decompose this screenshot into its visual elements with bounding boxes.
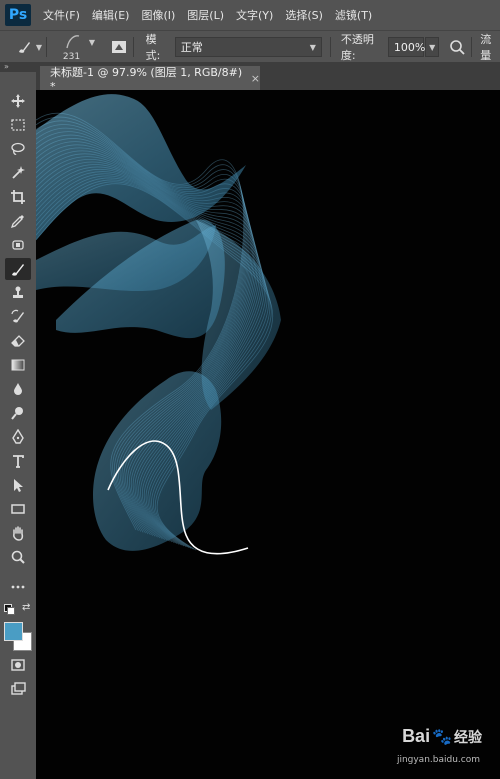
- healing-brush-tool[interactable]: [5, 234, 31, 256]
- hand-icon: [13, 526, 24, 541]
- lasso-tool[interactable]: [5, 138, 31, 160]
- document-tab-bar: 未标题-1 @ 97.9% (图层 1, RGB/8#) * ×: [36, 62, 500, 93]
- watermark-url: jingyan.baidu.com: [396, 755, 480, 765]
- rectangle-icon: [11, 504, 25, 514]
- brush-size-value: 231: [62, 52, 81, 62]
- watermark-suffix: 经验: [454, 729, 482, 746]
- separator: [329, 37, 331, 57]
- magic-wand-tool[interactable]: [5, 162, 31, 184]
- rectangle-tool[interactable]: [5, 498, 31, 520]
- pen-icon: [12, 429, 24, 444]
- stamp-icon: [13, 286, 23, 298]
- history-brush-tool[interactable]: [5, 306, 31, 328]
- separator: [471, 37, 473, 57]
- flow-label: 流量: [480, 33, 492, 62]
- more-icon: [11, 585, 25, 589]
- options-bar: ▼ 231 ▼ 模式: 正常 ▼ 不透明度: 100% ▼ 流量: [0, 30, 500, 63]
- pressure-opacity-icon[interactable]: [447, 36, 467, 58]
- menu-bar: Ps 文件(F) 编辑(E) 图像(I) 图层(L) 文字(Y) 选择(S) 滤…: [0, 0, 500, 30]
- toolbar-collapse-handle[interactable]: »: [0, 62, 36, 72]
- screen-mode-button[interactable]: [5, 678, 31, 700]
- brush-tool[interactable]: [5, 258, 31, 280]
- screen-mode-icon: [11, 682, 26, 695]
- crop-tool[interactable]: [5, 186, 31, 208]
- type-icon: [13, 455, 24, 468]
- dodge-tool[interactable]: [5, 402, 31, 424]
- crop-icon: [11, 190, 25, 204]
- mode-value: 正常: [180, 41, 203, 54]
- document-tab-title: 未标题-1 @ 97.9% (图层 1, RGB/8#) *: [50, 65, 243, 93]
- default-colors-icon[interactable]: [4, 604, 15, 615]
- mode-label: 模式:: [145, 33, 161, 62]
- brush-size-picker[interactable]: 231 ▼: [61, 32, 101, 62]
- watermark: Bai 🐾 经验: [402, 726, 482, 747]
- zoom-tool[interactable]: [5, 546, 31, 568]
- opacity-value: 100%: [393, 40, 426, 54]
- quick-mask-button[interactable]: [5, 654, 31, 676]
- marquee-icon: [11, 119, 25, 131]
- pen-tool[interactable]: [5, 426, 31, 448]
- ribbon-shape: [93, 371, 222, 551]
- eyedropper-tool[interactable]: [5, 210, 31, 232]
- clone-stamp-tool[interactable]: [5, 282, 31, 304]
- paw-icon: 🐾: [432, 727, 452, 746]
- eraser-tool[interactable]: [5, 330, 31, 352]
- move-tool[interactable]: [5, 90, 31, 112]
- mode-select[interactable]: 正常 ▼: [174, 37, 322, 57]
- blur-tool[interactable]: [5, 378, 31, 400]
- marquee-tool[interactable]: [5, 114, 31, 136]
- magic-wand-icon: [12, 166, 25, 179]
- menu-file[interactable]: 文件(F): [37, 7, 86, 23]
- menu-edit[interactable]: 编辑(E): [86, 7, 136, 23]
- eyedropper-icon: [10, 215, 24, 229]
- menu-type[interactable]: 文字(Y): [230, 7, 279, 23]
- menu-select[interactable]: 选择(S): [279, 7, 329, 23]
- chevron-down-icon[interactable]: ▼: [36, 43, 42, 52]
- hand-tool[interactable]: [5, 522, 31, 544]
- chevron-down-icon[interactable]: ▼: [89, 38, 95, 47]
- separator: [45, 37, 47, 57]
- arrow-cursor-icon: [14, 479, 23, 492]
- brush-icon: [12, 264, 24, 276]
- quick-mask-icon: [11, 659, 25, 671]
- opacity-input[interactable]: 100%: [387, 37, 426, 57]
- dodge-icon: [11, 407, 23, 420]
- type-tool[interactable]: [5, 450, 31, 472]
- watermark-logo: Bai: [402, 726, 431, 746]
- menu-layer[interactable]: 图层(L): [181, 7, 230, 23]
- menu-filter[interactable]: 滤镜(T): [329, 7, 378, 23]
- chevron-down-icon: ▼: [429, 42, 436, 52]
- edit-toolbar-button[interactable]: [5, 576, 31, 598]
- tools-panel: ⇄: [0, 72, 36, 779]
- foreground-color-swatch[interactable]: [4, 622, 23, 641]
- lasso-icon: [11, 142, 25, 155]
- drop-icon: [14, 383, 22, 395]
- canvas-artwork: [36, 94, 281, 555]
- brush-tool-preset-icon[interactable]: [14, 36, 34, 58]
- document-tab[interactable]: 未标题-1 @ 97.9% (图层 1, RGB/8#) * ×: [40, 65, 260, 93]
- gradient-tool[interactable]: [5, 354, 31, 376]
- chevron-down-icon: ▼: [309, 42, 316, 52]
- document-canvas[interactable]: Bai 🐾 经验 jingyan.baidu.com: [36, 90, 500, 779]
- magnifier-icon: [11, 550, 25, 564]
- app-logo: Ps: [5, 4, 31, 26]
- menu-image[interactable]: 图像(I): [135, 7, 181, 23]
- path-selection-tool[interactable]: [5, 474, 31, 496]
- swap-colors-icon[interactable]: ⇄: [22, 602, 30, 613]
- move-icon: [11, 94, 25, 108]
- bandage-icon: [12, 240, 24, 250]
- eraser-icon: [11, 335, 25, 347]
- opacity-label: 不透明度:: [340, 33, 374, 62]
- separator: [132, 37, 134, 57]
- close-icon[interactable]: ×: [251, 72, 260, 85]
- brush-panel-toggle-icon[interactable]: [109, 36, 129, 58]
- gradient-icon: [11, 359, 25, 371]
- history-brush-icon: [11, 309, 24, 323]
- opacity-dropdown[interactable]: ▼: [424, 37, 440, 57]
